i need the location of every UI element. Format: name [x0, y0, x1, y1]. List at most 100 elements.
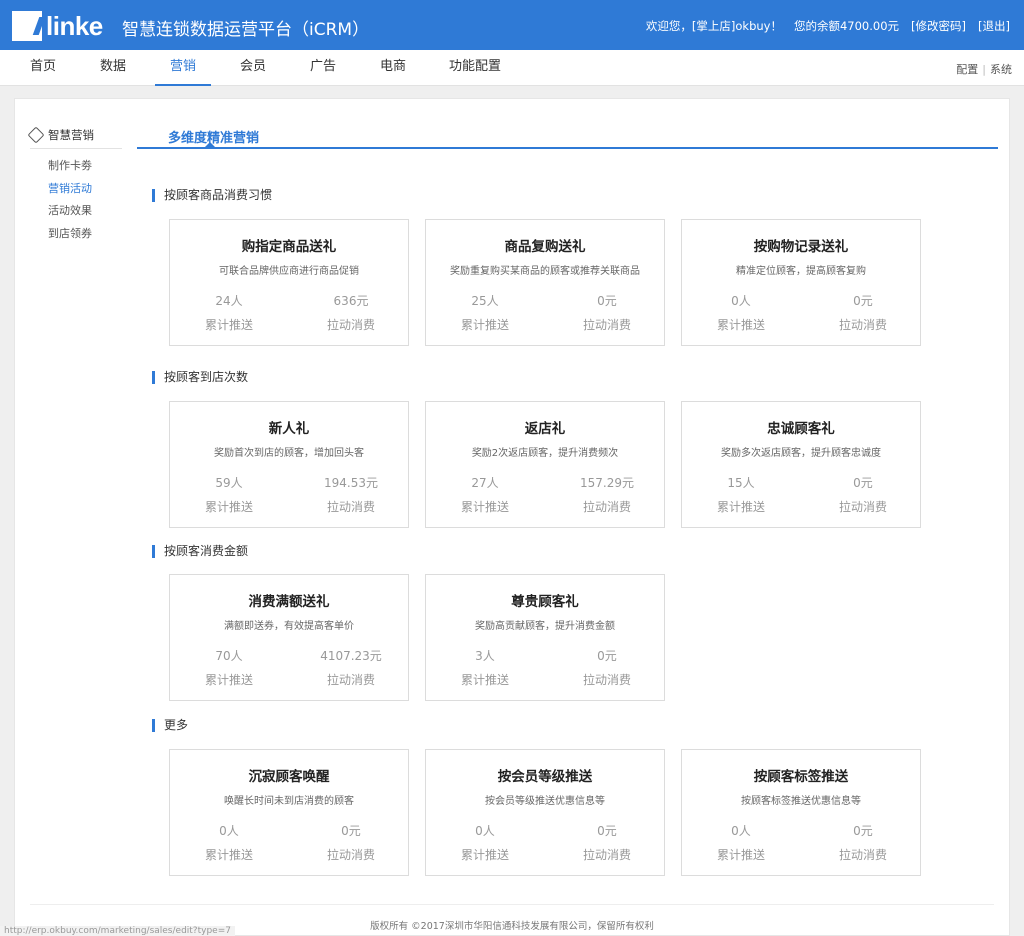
stat-label: 累计推送 — [460, 848, 509, 862]
stat-label: 累计推送 — [716, 848, 765, 862]
nav-feature-config[interactable]: 功能配置 — [442, 50, 508, 86]
stat-value: 59人 — [215, 476, 243, 490]
card-title: 按会员等级推送 — [497, 769, 593, 785]
campaign-card[interactable]: 购指定商品送礼 可联合品牌供应商进行商品促销 24人 累计推送 636元 拉动消费 — [169, 219, 409, 346]
stat-label: 累计推送 — [716, 318, 765, 332]
stat-value: 0元 — [853, 476, 873, 490]
campaign-card[interactable]: 尊贵顾客礼 奖励高贡献顾客，提升消费金额 3人累计推送 0元拉动消费 — [425, 574, 665, 701]
card-desc: 精准定位顾客，提高顾客复购 — [736, 266, 866, 277]
card-title: 按购物记录送礼 — [753, 239, 849, 255]
system-link[interactable]: 系统 — [990, 63, 1012, 76]
campaign-card[interactable]: 沉寂顾客唤醒 唤醒长时间未到店消费的顾客 0人 累计推送 0元 拉动消费 — [169, 749, 409, 876]
stat-label: 累计推送 — [460, 500, 509, 514]
stat-label: 累计推送 — [460, 318, 509, 332]
card-title: 沉寂顾客唤醒 — [248, 769, 330, 785]
stat-label: 拉动消费 — [582, 673, 631, 687]
stat-value: 0元 — [853, 824, 873, 838]
stat-value: 24人 — [215, 294, 243, 308]
stat-value: 0元 — [597, 649, 617, 663]
campaign-card[interactable]: 忠诚顾客礼 奖励多次返店顾客，提升顾客忠诚度 15人 累计推送 0元 拉动消费 — [681, 401, 921, 528]
card-title: 返店礼 — [524, 421, 566, 437]
nav-marketing[interactable]: 营销 — [155, 50, 211, 86]
divider — [30, 904, 994, 905]
nav-home[interactable]: 首页 — [18, 50, 68, 86]
stat-label: 累计推送 — [204, 500, 253, 514]
card-desc: 奖励多次返店顾客，提升顾客忠诚度 — [721, 448, 881, 459]
stat-value: 157.29元 — [580, 476, 634, 490]
nav-ecommerce[interactable]: 电商 — [368, 50, 418, 86]
campaign-card[interactable]: 按顾客标签推送 按顾客标签推送优惠信息等 0人累计推送 0元拉动消费 — [681, 749, 921, 876]
nav-members[interactable]: 会员 — [228, 50, 278, 86]
tab-underline — [137, 147, 998, 149]
nav-right-links: 配置 | 系统 — [956, 61, 1012, 77]
campaign-card[interactable]: 返店礼 奖励2次返店顾客，提升消费频次 27人累计推送 157.29元 拉动消费 — [425, 401, 665, 528]
card-title: 商品复购送礼 — [504, 239, 586, 255]
stat-value: 194.53元 — [324, 476, 378, 490]
sidebar-item-make-coupon[interactable]: 制作卡劵 — [48, 157, 92, 173]
tab-caret-icon — [205, 142, 215, 147]
campaign-card[interactable]: 商品复购送礼 奖励重复购买某商品的顾客或推荐关联商品 25人 累计推送 0元 拉动消… — [425, 219, 665, 346]
stat-value: 0元 — [341, 824, 361, 838]
stat-label: 拉动消费 — [582, 318, 631, 332]
nav-data[interactable]: 数据 — [88, 50, 138, 86]
app-title: 智慧连锁数据运营平台（iCRM） — [122, 20, 370, 40]
divider: | — [982, 63, 986, 76]
card-desc: 唤醒长时间未到店消费的顾客 — [224, 796, 354, 807]
sidebar-item-campaigns[interactable]: 营销活动 — [48, 180, 92, 196]
stat-value: 4107.23元 — [320, 649, 382, 663]
stat-value: 0人 — [475, 824, 495, 838]
stat-label: 拉动消费 — [838, 848, 887, 862]
section-title: 按顾客到店次数 — [152, 371, 248, 384]
card-title: 消费满额送礼 — [248, 594, 330, 610]
card-desc: 奖励2次返店顾客，提升消费频次 — [471, 448, 619, 459]
stat-label: 累计推送 — [716, 500, 765, 514]
stat-label: 累计推送 — [204, 848, 253, 862]
tag-icon — [27, 126, 45, 144]
main-nav: 首页 数据 营销 会员 广告 电商 功能配置 配置 | 系统 — [0, 50, 1024, 86]
card-desc: 奖励首次到店的顾客，增加回头客 — [214, 448, 364, 459]
divider — [30, 148, 122, 149]
sidebar-item-effects[interactable]: 活动效果 — [48, 202, 92, 218]
card-desc: 按顾客标签推送优惠信息等 — [741, 796, 861, 807]
section-title: 按顾客商品消费习惯 — [152, 189, 272, 202]
logo-mark-icon — [12, 11, 42, 41]
top-header: linke 智慧连锁数据运营平台（iCRM） 欢迎您，[掌上店]okbuy！ 您… — [0, 0, 1024, 50]
card-desc: 奖励高贡献顾客，提升消费金额 — [475, 621, 615, 632]
section-title: 更多 — [152, 719, 188, 732]
campaign-card[interactable]: 按会员等级推送 按会员等级推送优惠信息等 0人 累计推送 0元 拉动消费 — [425, 749, 665, 876]
sidebar-item-store-coupon[interactable]: 到店领券 — [48, 225, 92, 241]
stat-value: 0人 — [731, 294, 751, 308]
stat-label: 拉动消费 — [582, 848, 631, 862]
stat-value: 0元 — [597, 294, 617, 308]
welcome-text: 欢迎您，[掌上店]okbuy！ — [645, 19, 782, 33]
card-title: 新人礼 — [268, 421, 310, 437]
stat-label: 拉动消费 — [582, 500, 631, 514]
stat-label: 累计推送 — [204, 673, 253, 687]
card-title: 尊贵顾客礼 — [511, 594, 579, 610]
stat-value: 27人 — [471, 476, 499, 490]
campaign-card[interactable]: 新人礼 奖励首次到店的顾客，增加回头客 59人累计推送 194.53元 拉动消费 — [169, 401, 409, 528]
logout-link[interactable]: [退出] — [978, 18, 1010, 34]
stat-label: 拉动消费 — [838, 500, 887, 514]
stat-label: 拉动消费 — [326, 848, 375, 862]
stat-value: 3人 — [475, 649, 495, 663]
stat-label: 累计推送 — [460, 673, 509, 687]
card-title: 忠诚顾客礼 — [767, 421, 835, 437]
stat-label: 累计推送 — [204, 318, 253, 332]
logo[interactable]: linke — [12, 10, 103, 42]
campaign-card[interactable]: 按购物记录送礼 精准定位顾客，提高顾客复购 0人 累计推送 0元 拉动消费 — [681, 219, 921, 346]
status-url: http://erp.okbuy.com/marketing/sales/edi… — [0, 926, 235, 936]
campaign-card[interactable]: 消费满额送礼 满额即送券，有效提高客单价 70人 累计推送 4107.23元 拉动消… — [169, 574, 409, 701]
balance-text: 您的余额4700.00元 — [793, 19, 900, 33]
user-bar: 欢迎您，[掌上店]okbuy！ 您的余额4700.00元 [修改密码] [退出] — [646, 18, 1010, 34]
config-link[interactable]: 配置 — [956, 63, 978, 76]
change-password-link[interactable]: [修改密码] — [911, 18, 966, 34]
card-title: 购指定商品送礼 — [241, 239, 337, 255]
nav-ads[interactable]: 广告 — [298, 50, 348, 86]
stat-value: 0人 — [731, 824, 751, 838]
stat-value: 0元 — [853, 294, 873, 308]
stat-label: 拉动消费 — [326, 500, 375, 514]
stat-value: 0元 — [597, 824, 617, 838]
card-title: 按顾客标签推送 — [753, 769, 849, 785]
stat-label: 拉动消费 — [326, 318, 375, 332]
